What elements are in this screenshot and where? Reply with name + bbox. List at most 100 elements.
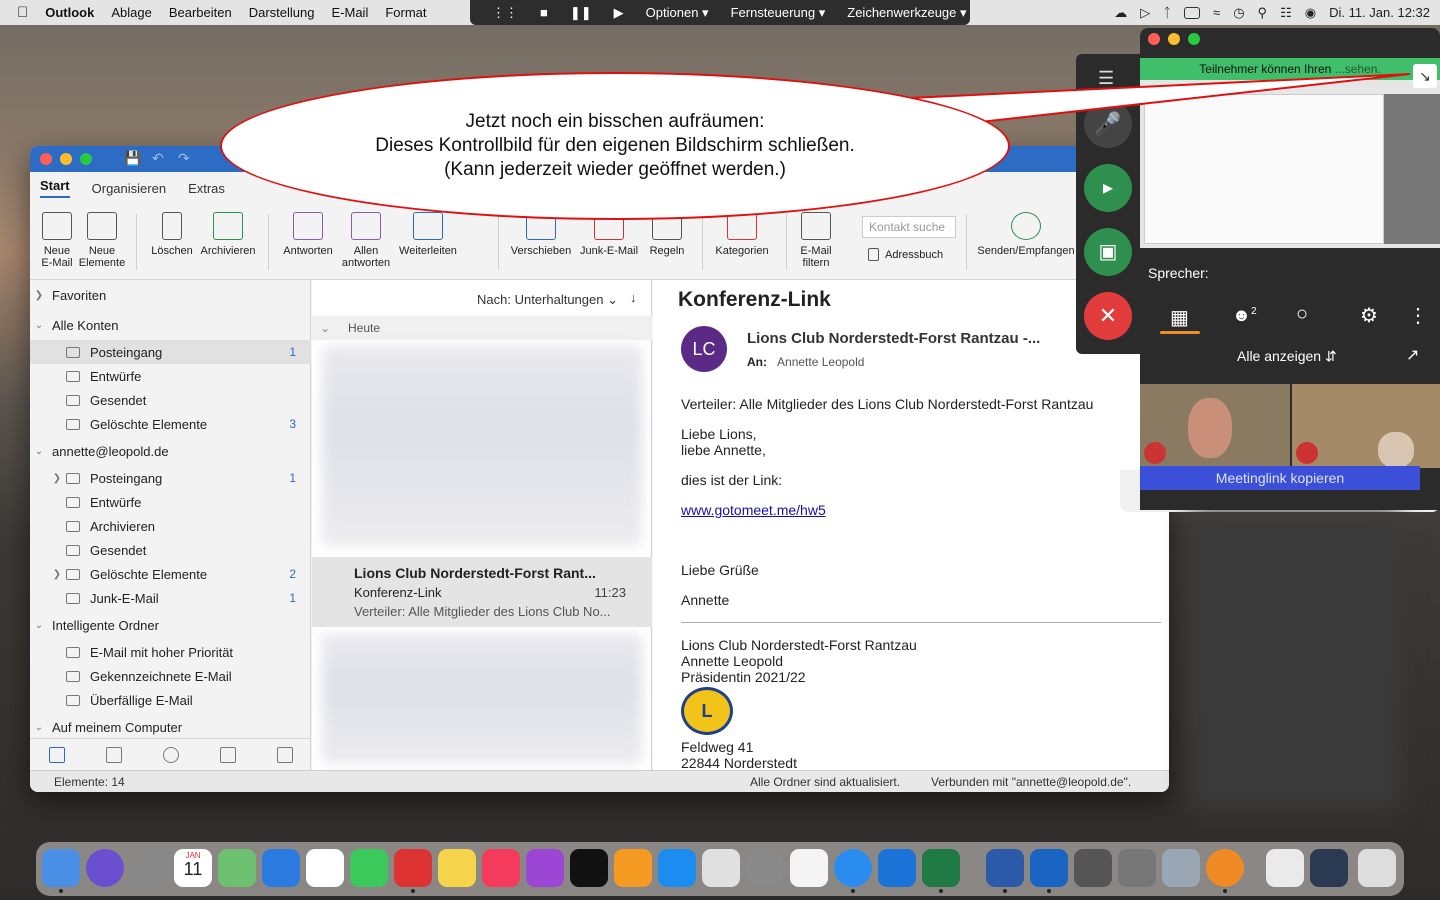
filter-button[interactable]: E-Mail filtern bbox=[790, 212, 842, 269]
close-window-button[interactable] bbox=[1148, 33, 1160, 45]
menu-email[interactable]: E-Mail bbox=[332, 5, 369, 20]
group-header-today[interactable]: ⌄ Heute bbox=[312, 316, 652, 340]
menu-bearbeiten[interactable]: Bearbeiten bbox=[169, 5, 232, 20]
menu-format[interactable]: Format bbox=[385, 5, 426, 20]
more-options-icon[interactable]: ⋮ bbox=[1408, 303, 1428, 328]
music-icon[interactable] bbox=[482, 849, 520, 887]
sidebar-item-drafts-all[interactable]: Entwürfe bbox=[30, 364, 311, 388]
sidebar-item-junk[interactable]: Junk-E-Mail 1 bbox=[30, 586, 311, 610]
tab-start[interactable]: Start bbox=[40, 178, 70, 198]
camera-icon[interactable]: ▸ bbox=[1084, 164, 1132, 212]
siri-icon[interactable] bbox=[86, 849, 124, 887]
on-my-computer-header[interactable]: ⌄ Auf meinem Computer bbox=[30, 715, 311, 739]
outlook-icon[interactable] bbox=[1030, 849, 1068, 887]
tab-organisieren[interactable]: Organisieren bbox=[92, 181, 166, 196]
grid-icon[interactable]: ⋮⋮ bbox=[492, 5, 518, 21]
sidebar-item-inbox-all[interactable]: Posteingang 1 bbox=[30, 340, 311, 364]
minimize-window-button[interactable] bbox=[60, 153, 72, 165]
siri-icon[interactable]: ◉ bbox=[1305, 5, 1316, 21]
menu-darstellung[interactable]: Darstellung bbox=[249, 5, 315, 20]
mail-icon[interactable] bbox=[49, 747, 65, 763]
trash-icon[interactable] bbox=[1358, 849, 1396, 887]
new-mail-button[interactable]: Neue E-Mail bbox=[40, 212, 74, 269]
drawing-tools-menu[interactable]: Zeichenwerkzeuge ▾ bbox=[847, 5, 966, 21]
cloud-icon[interactable]: ☁ bbox=[1114, 5, 1127, 21]
send-receive-button[interactable]: Senden/Empfangen bbox=[976, 212, 1076, 257]
photos-icon[interactable] bbox=[306, 849, 344, 887]
control-center-icon[interactable]: ☷ bbox=[1280, 5, 1292, 21]
downloads-stack-icon[interactable] bbox=[1266, 849, 1304, 887]
books-icon[interactable] bbox=[614, 849, 652, 887]
maps-icon[interactable] bbox=[218, 849, 256, 887]
pages-icon[interactable] bbox=[438, 849, 476, 887]
sidebar-item-deleted[interactable]: ❯ Gelöschte Elemente 2 bbox=[30, 562, 311, 586]
favorites-header[interactable]: ❯ Favoriten bbox=[30, 283, 311, 307]
word-icon[interactable] bbox=[986, 849, 1024, 887]
menu-clock[interactable]: Di. 11. Jan. 12:32 bbox=[1329, 5, 1430, 20]
printer-icon[interactable] bbox=[1074, 849, 1112, 887]
gotomeeting-icon[interactable] bbox=[1206, 849, 1244, 887]
meeting-link[interactable]: www.gotomeet.me/hw5 bbox=[681, 502, 1161, 518]
delete-button[interactable]: Löschen bbox=[148, 212, 196, 257]
zoom-window-button[interactable] bbox=[80, 153, 92, 165]
safari-icon[interactable] bbox=[834, 849, 872, 887]
sidebar-item-deleted-all[interactable]: Gelöschte Elemente 3 bbox=[30, 412, 311, 436]
view-all-dropdown[interactable]: Alle anzeigen ⇵ bbox=[1237, 348, 1337, 365]
contact-search-input[interactable]: Kontakt suche bbox=[862, 216, 956, 238]
podcasts-icon[interactable] bbox=[526, 849, 564, 887]
facetime-icon[interactable] bbox=[350, 849, 388, 887]
battery-icon[interactable] bbox=[1184, 6, 1201, 19]
tasks-icon[interactable] bbox=[220, 747, 236, 763]
smart-folders-header[interactable]: ⌄ Intelligente Ordner bbox=[30, 613, 311, 637]
sidebar-item-sent[interactable]: Gesendet bbox=[30, 538, 311, 562]
sort-dropdown[interactable]: Nach: Unterhaltungen ⌄ bbox=[477, 292, 618, 308]
zoom-window-button[interactable] bbox=[1188, 33, 1200, 45]
calendar-icon[interactable] bbox=[106, 747, 122, 763]
forward-button[interactable]: Weiterleiten bbox=[396, 212, 460, 257]
sender-name[interactable]: Lions Club Norderstedt-Forst Rantzau -..… bbox=[747, 330, 1040, 347]
new-items-button[interactable]: Neue Elemente bbox=[78, 212, 126, 269]
redo-icon[interactable]: ↷ bbox=[178, 150, 190, 167]
textedit-icon[interactable] bbox=[790, 849, 828, 887]
close-window-button[interactable] bbox=[40, 153, 52, 165]
stop-icon[interactable]: ■ bbox=[540, 5, 548, 20]
leave-meeting-icon[interactable]: ✕ bbox=[1084, 292, 1132, 340]
sidebar-item-high-priority[interactable]: E-Mail mit hoher Priorität bbox=[30, 640, 311, 664]
spotlight-search-icon[interactable]: ⚲ bbox=[1258, 5, 1268, 21]
archive-button[interactable]: Archivieren bbox=[198, 212, 258, 257]
remote-control-menu[interactable]: Fernsteuerung ▾ bbox=[731, 5, 826, 21]
app-store-icon[interactable] bbox=[658, 849, 696, 887]
present-icon[interactable]: ▶ bbox=[614, 5, 624, 21]
acrobat-icon[interactable] bbox=[702, 849, 740, 887]
launchpad-icon[interactable] bbox=[130, 849, 168, 887]
finder-icon[interactable] bbox=[42, 849, 80, 887]
excel-icon[interactable] bbox=[922, 849, 960, 887]
sidebar-item-drafts[interactable]: Entwürfe bbox=[30, 490, 311, 514]
apple-icon[interactable]:  bbox=[17, 4, 28, 21]
address-book-button[interactable]: Adressbuch bbox=[868, 248, 943, 261]
screenshot-stack-icon[interactable] bbox=[1310, 849, 1348, 887]
all-accounts-header[interactable]: ⌄ Alle Konten bbox=[30, 313, 311, 337]
sidebar-item-sent-all[interactable]: Gesendet bbox=[30, 388, 311, 412]
photo-booth-icon[interactable] bbox=[394, 849, 432, 887]
popout-icon[interactable]: ↗ bbox=[1406, 345, 1419, 365]
play-circle-icon[interactable]: ▷ bbox=[1140, 5, 1150, 21]
chat-icon[interactable]: ○ bbox=[1296, 303, 1308, 326]
participants-icon[interactable]: ☻2 bbox=[1232, 305, 1257, 326]
tab-extras[interactable]: Extras bbox=[188, 181, 225, 196]
sort-direction-icon[interactable]: ↓ bbox=[630, 290, 637, 305]
wifi-icon[interactable]: ≈ bbox=[1213, 5, 1220, 20]
menu-app-name[interactable]: Outlook bbox=[45, 5, 94, 20]
keynote-icon[interactable] bbox=[262, 849, 300, 887]
sidebar-item-overdue[interactable]: Überfällige E-Mail bbox=[30, 688, 311, 712]
grid-view-icon[interactable]: ▦ bbox=[1170, 305, 1189, 330]
bluetooth-icon[interactable]: ᛏ bbox=[1163, 5, 1171, 20]
time-machine-icon[interactable]: ◷ bbox=[1233, 5, 1244, 21]
system-preferences-icon[interactable] bbox=[746, 849, 784, 887]
pause-icon[interactable]: ❚❚ bbox=[570, 5, 592, 21]
preview-icon[interactable] bbox=[1162, 849, 1200, 887]
recipient-name[interactable]: Annette Leopold bbox=[777, 355, 864, 369]
notes-icon[interactable] bbox=[277, 747, 293, 763]
categories-button[interactable]: Kategorien bbox=[710, 212, 774, 257]
account-header[interactable]: ⌄ annette@leopold.de bbox=[30, 439, 311, 463]
